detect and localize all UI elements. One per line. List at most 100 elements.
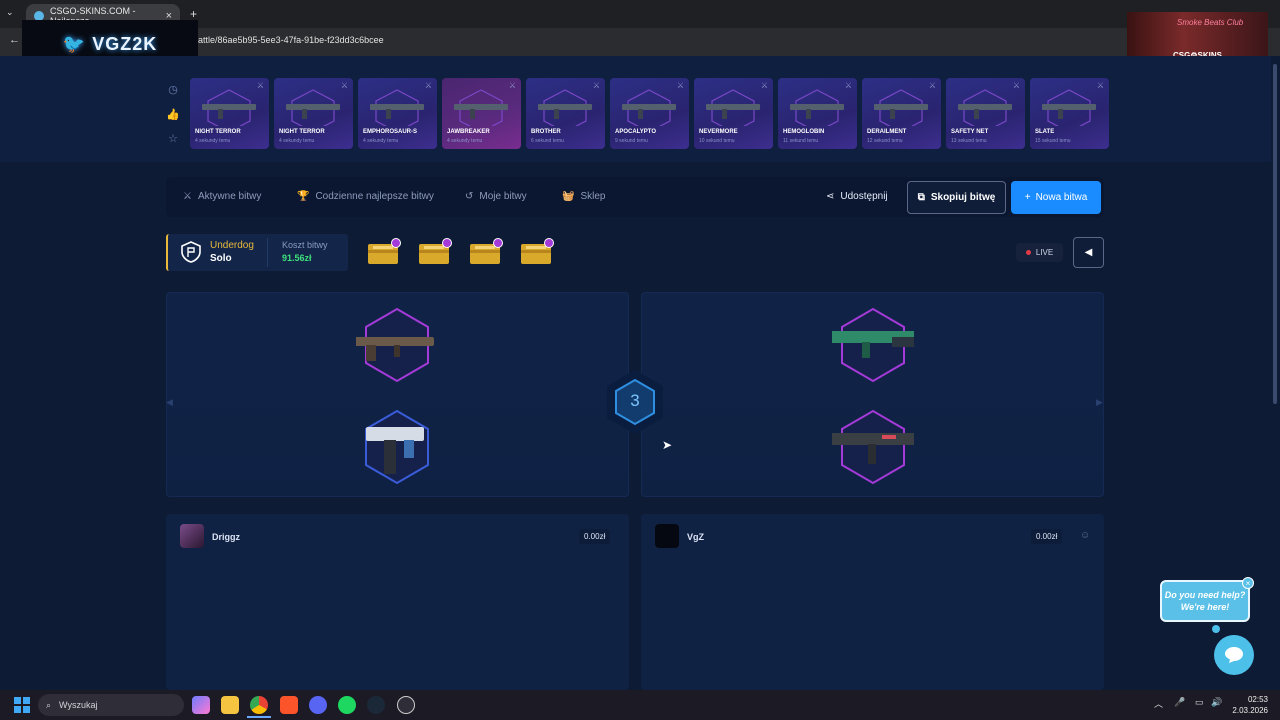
info-divider [267,238,268,267]
mode-title: Underdog [210,240,254,251]
drop-name: APOCALYPTO [615,129,657,135]
network-icon[interactable]: ▭ [1195,697,1204,708]
drop-type-icon: ⚔ [424,81,432,90]
weapon-icon [622,89,676,126]
weapon-icon [1042,89,1096,126]
tray-chevron-icon[interactable]: ︿ [1154,697,1163,710]
live-drop-card[interactable]: ⚔ HEMOGLOBIN 11 sekund temu [778,78,857,149]
avatar[interactable] [655,524,679,548]
chat-button[interactable] [1214,635,1254,675]
tab-list-icon[interactable]: ⌄ [6,7,14,18]
player-panel-left: Driggz 0.00zł [166,514,629,690]
copy-icon: ⧉ [917,192,925,203]
player-name: VgZ [687,532,704,542]
won-item-left-1 [350,305,438,387]
weapon-icon [790,89,844,126]
rifle-icon [828,409,920,485]
case-icon[interactable] [418,238,452,266]
volume-icon[interactable]: 🔊 [1211,697,1222,708]
help-line-2: We're here! [1180,602,1230,612]
drop-name: SLATE [1035,129,1055,135]
live-drop-card[interactable]: ⚔ SAFETY NET 13 sekund temu [946,78,1025,149]
cost-value: 91.56zł [282,253,312,263]
case-icon[interactable] [469,238,503,266]
weapon-icon [202,89,256,126]
windows-start-icon[interactable] [14,697,30,713]
live-drop-card[interactable]: ⚔ APOCALYPTO 9 sekund temu [610,78,689,149]
spotify-icon[interactable] [338,696,356,714]
drop-type-icon: ⚔ [928,81,936,90]
drop-time: 10 sekund temu [699,138,735,144]
weapon-icon [706,89,760,126]
chat-bubble-icon [1225,647,1243,663]
mouse-cursor: ➤ [662,438,673,452]
taskbar-clock[interactable]: 02:53 2.03.2026 [1228,694,1268,716]
drop-time: 13 sekund temu [951,138,987,144]
drop-type-icon: ⚔ [256,81,264,90]
case-icon[interactable] [520,238,554,266]
nav-daily-best[interactable]: 🏆 Codzienne najlepsze bitwy [297,191,434,202]
search-icon: ⌕ [46,699,52,710]
back-icon[interactable]: ← [9,34,20,46]
folder-icon[interactable] [221,696,239,714]
scrollbar[interactable] [1271,56,1280,690]
live-drop-card[interactable]: ⚔ JAWBREAKER 4 sekundy temu [442,78,521,149]
live-drop-card[interactable]: ⚔ DERAILMENT 12 sekund temu [862,78,941,149]
discord-icon[interactable] [309,696,327,714]
drop-name: HEMOGLOBIN [783,129,825,135]
drop-type-icon: ⚔ [1096,81,1104,90]
player-name: Driggz [212,532,240,542]
basket-icon: 🧺 [562,191,575,202]
drop-time: 4 sekundy temu [195,138,231,144]
copy-battle-button[interactable]: ⧉ Skopiuj bitwę [907,181,1006,214]
sound-toggle-button[interactable]: ◀ [1073,237,1104,268]
swords-icon: ⚔ [183,191,192,202]
steam-icon[interactable] [367,696,385,714]
thumbs-up-icon[interactable]: 👍 [166,107,180,121]
mic-icon[interactable]: 🎤 [1174,697,1185,708]
case-icon[interactable] [367,238,401,266]
weapon-icon [874,89,928,126]
drop-time: 15 sekund temu [1035,138,1071,144]
weapon-icon [538,89,592,126]
new-tab-button[interactable]: + [190,7,197,21]
smile-icon[interactable]: ☺ [1080,530,1090,541]
arena-right-arrow-icon: ▶ [1096,397,1103,407]
drop-type-icon: ⚔ [1012,81,1020,90]
cam-neon-sign: Smoke Beats Club [1177,18,1244,27]
taskbar-search[interactable]: ⌕ Wyszukaj [38,694,184,716]
webcam-overlay: Smoke Beats Club CSG⚙SKINS [1127,12,1268,62]
chrome-icon[interactable] [250,696,268,714]
new-battle-button[interactable]: + Nowa bitwa [1011,181,1101,214]
app-icon[interactable] [397,696,415,714]
nav-active-battles[interactable]: ⚔ Aktywne bitwy [183,191,261,202]
drop-name: DERAILMENT [867,129,907,135]
copilot-icon[interactable] [192,696,210,714]
close-help-icon[interactable]: × [1242,577,1254,589]
live-drop-card[interactable]: ⚔ BROTHER 6 sekund temu [526,78,605,149]
help-bubble[interactable]: Do you need help? We're here! [1160,580,1250,622]
cost-label: Koszt bitwy [282,240,328,250]
speaker-icon: ◀ [1084,247,1093,258]
rifle-icon [350,307,434,383]
url-field[interactable]: attle/86ae5b95-5ee3-47fa-91be-f23dd3c6bc… [198,35,384,45]
live-drop-card[interactable]: ⚔ NIGHT TERROR 4 sekundy temu [190,78,269,149]
avatar[interactable] [180,524,204,548]
live-drop-card[interactable]: ⚔ SLATE 15 sekund temu [1030,78,1109,149]
share-button[interactable]: ⋖ Udostępnij [826,191,888,202]
live-drop-card[interactable]: ⚔ NEVERMORE 10 sekund temu [694,78,773,149]
nav-shop[interactable]: 🧺 Sklep [562,191,605,202]
scroll-thumb[interactable] [1273,64,1277,404]
live-drop-card[interactable]: ⚔ EMPHOROSAUR-S 4 sekundy temu [358,78,437,149]
shield-icon [181,241,201,263]
star-icon[interactable]: ☆ [166,131,180,145]
live-drop-card[interactable]: ⚔ NIGHT TERROR 4 sekundy temu [274,78,353,149]
drop-type-icon: ⚔ [592,81,600,90]
nav-my-battles[interactable]: ↺ Moje bitwy [465,191,527,202]
won-item-left-2 [356,407,438,489]
brave-icon[interactable] [280,696,298,714]
clock-time: 02:53 [1247,695,1268,704]
plus-icon: + [1024,192,1031,203]
drop-name: NIGHT TERROR [279,129,325,135]
clock-icon[interactable]: ◷ [166,82,180,96]
